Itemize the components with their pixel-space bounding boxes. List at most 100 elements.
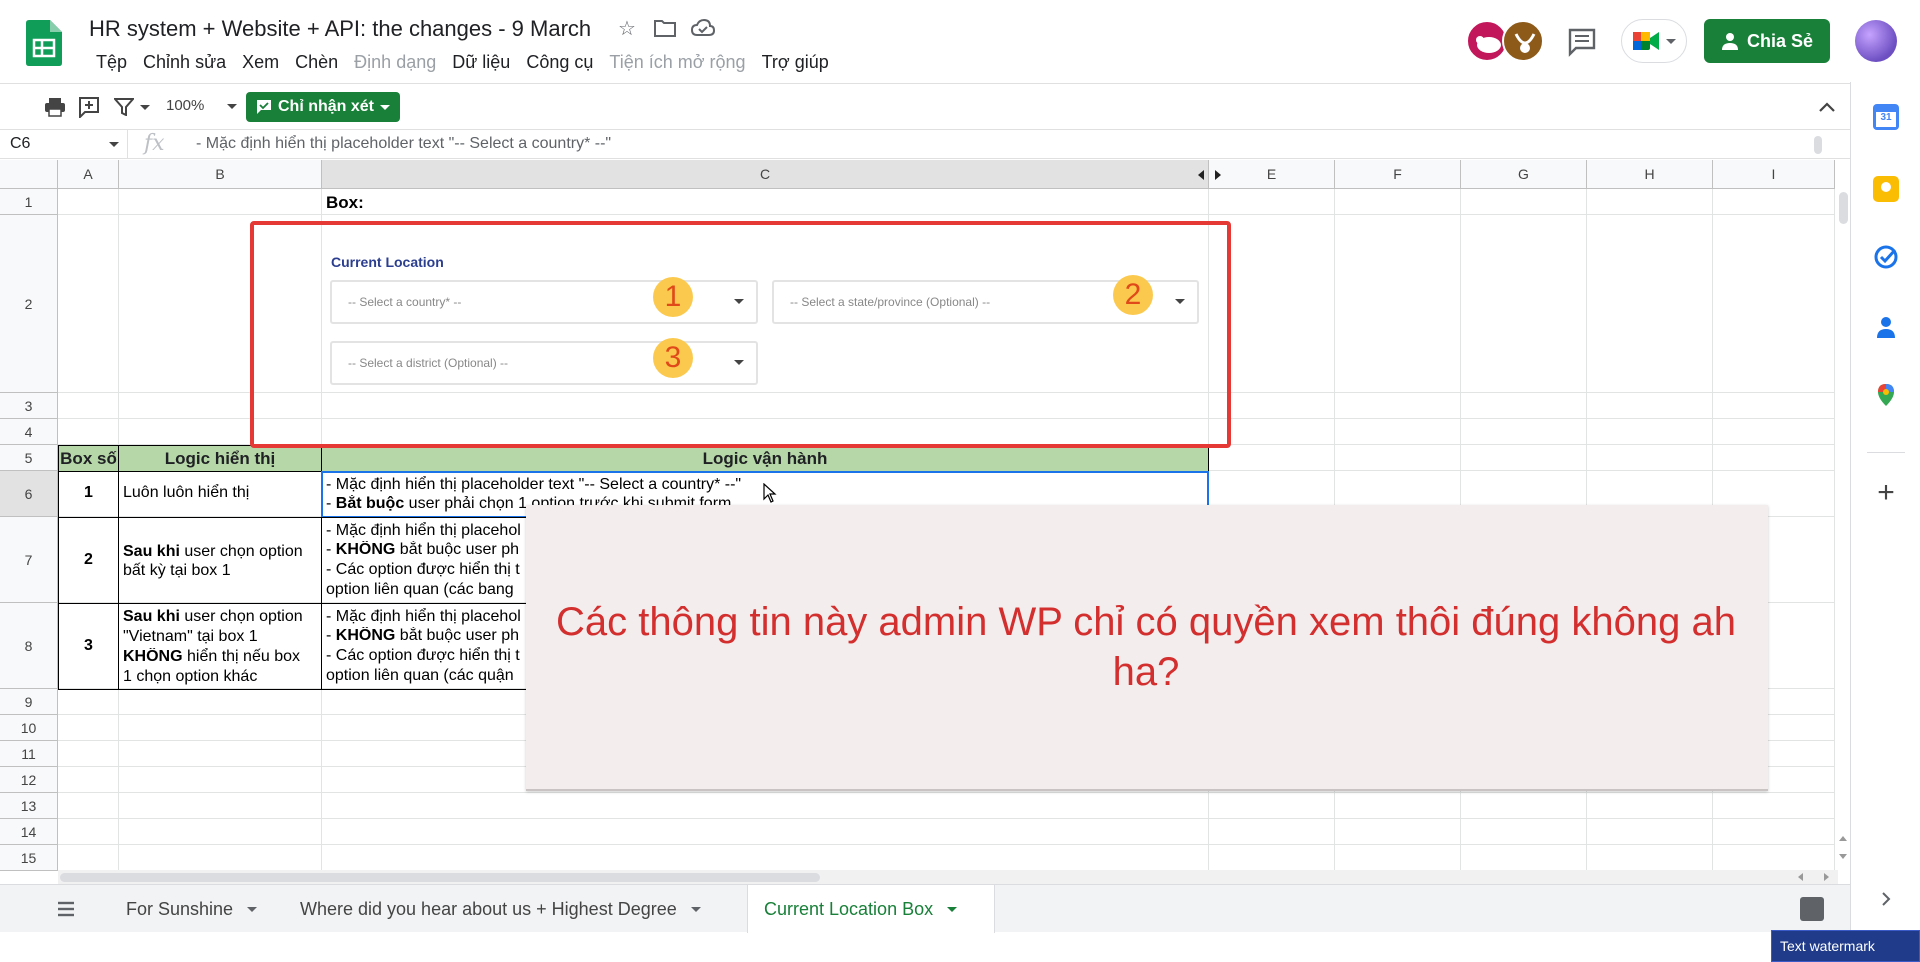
cell-c7-line2: - KHÔNG bắt buộc user ph bbox=[326, 541, 519, 559]
menu-tools[interactable]: Công cụ bbox=[518, 50, 601, 75]
row-header-4[interactable]: 4 bbox=[0, 419, 58, 445]
scroll-right-arrow-icon[interactable] bbox=[1824, 873, 1829, 881]
hidden-column-arrow-left-icon[interactable] bbox=[1198, 170, 1204, 180]
expand-panel-icon[interactable] bbox=[1873, 886, 1899, 912]
vertical-scrollbar[interactable] bbox=[1836, 190, 1850, 870]
text-fragment: bắt buộc user ph bbox=[395, 541, 519, 558]
collaborator-avatar[interactable] bbox=[1502, 20, 1544, 62]
row-header-15[interactable]: 15 bbox=[0, 845, 58, 871]
scroll-left-arrow-icon[interactable] bbox=[1798, 873, 1803, 881]
table-header-display-logic[interactable]: Logic hiển thị bbox=[118, 445, 322, 472]
column-header-b[interactable]: B bbox=[119, 160, 322, 189]
row-header-12[interactable]: 12 bbox=[0, 767, 58, 793]
keep-icon[interactable] bbox=[1873, 176, 1899, 202]
row-header-8[interactable]: 8 bbox=[0, 603, 58, 689]
horizontal-scrollbar[interactable] bbox=[58, 870, 1838, 884]
table-header-operation-logic[interactable]: Logic vận hành bbox=[321, 445, 1209, 472]
menu-extensions[interactable]: Tiện ích mở rộng bbox=[601, 50, 753, 75]
select-all-corner[interactable] bbox=[0, 160, 58, 189]
cell-b8-line1[interactable]: Sau khi user chọn option bbox=[123, 608, 303, 626]
row-header-14[interactable]: 14 bbox=[0, 819, 58, 845]
star-icon[interactable]: ☆ bbox=[614, 15, 640, 41]
scroll-down-arrow-icon[interactable] bbox=[1839, 854, 1847, 859]
row-header-3[interactable]: 3 bbox=[0, 393, 58, 419]
menu-insert[interactable]: Chèn bbox=[287, 50, 346, 75]
gridline bbox=[58, 844, 1835, 845]
sheets-logo-icon[interactable] bbox=[26, 20, 62, 66]
column-header-a[interactable]: A bbox=[58, 160, 119, 189]
move-folder-icon[interactable] bbox=[652, 15, 678, 41]
zoom-select[interactable]: 100% bbox=[166, 97, 237, 114]
row-header-10[interactable]: 10 bbox=[0, 715, 58, 741]
sheet-tab-for-sunshine[interactable]: For Sunshine bbox=[110, 885, 273, 933]
formula-input[interactable]: - Mặc định hiển thị placeholder text "--… bbox=[196, 135, 611, 153]
all-sheets-menu-icon[interactable] bbox=[55, 898, 77, 920]
menu-help[interactable]: Trợ giúp bbox=[754, 50, 837, 75]
chevron-down-icon bbox=[140, 104, 150, 110]
mode-button[interactable]: Chỉ nhận xét bbox=[246, 92, 401, 122]
comment-overlay: Các thông tin này admin WP chỉ có quyền … bbox=[526, 505, 1768, 791]
row-header-11[interactable]: 11 bbox=[0, 741, 58, 767]
tasks-icon[interactable] bbox=[1873, 244, 1899, 270]
formula-scrollbar[interactable] bbox=[1814, 136, 1822, 154]
row-header-13[interactable]: 13 bbox=[0, 793, 58, 819]
row-header-7[interactable]: 7 bbox=[0, 517, 58, 603]
menu-format[interactable]: Định dạng bbox=[346, 50, 444, 75]
document-title[interactable]: HR system + Website + API: the changes -… bbox=[89, 16, 591, 42]
gridline bbox=[58, 792, 1835, 793]
print-icon[interactable] bbox=[40, 92, 70, 122]
row-header-2[interactable]: 2 bbox=[0, 215, 58, 393]
name-box[interactable]: C6 bbox=[0, 130, 128, 159]
collapse-chevron-icon[interactable] bbox=[1812, 92, 1842, 122]
text-fragment: - bbox=[326, 627, 336, 644]
fx-icon: fx bbox=[144, 131, 165, 156]
cloud-status-icon[interactable] bbox=[690, 15, 716, 41]
contacts-icon[interactable] bbox=[1873, 314, 1899, 340]
filter-icon[interactable] bbox=[110, 92, 154, 122]
meet-button[interactable] bbox=[1621, 19, 1687, 63]
row-header-6[interactable]: 6 bbox=[0, 471, 58, 517]
add-comment-icon[interactable] bbox=[74, 92, 104, 122]
chevron-down-icon bbox=[226, 103, 237, 109]
cell-c1[interactable]: Box: bbox=[326, 193, 364, 213]
column-header-h[interactable]: H bbox=[1587, 160, 1713, 189]
add-addon-icon[interactable]: + bbox=[1873, 478, 1899, 508]
menu-edit[interactable]: Chỉnh sửa bbox=[135, 50, 234, 75]
column-header-i[interactable]: I bbox=[1713, 160, 1835, 189]
cell-b7-line1[interactable]: Sau khi user chọn option bbox=[123, 543, 303, 561]
text-watermark: Text watermark bbox=[1771, 930, 1920, 962]
row-header-5[interactable]: 5 bbox=[0, 445, 58, 471]
calendar-icon[interactable]: 31 bbox=[1873, 104, 1899, 130]
row-header-9[interactable]: 9 bbox=[0, 689, 58, 715]
menu-file[interactable]: Tệp bbox=[88, 50, 135, 75]
explore-icon[interactable] bbox=[1800, 897, 1824, 921]
sheet-tab-current-location-box[interactable]: Current Location Box bbox=[747, 885, 995, 933]
maps-icon[interactable] bbox=[1873, 382, 1899, 408]
cell-a6[interactable]: 1 bbox=[58, 484, 119, 502]
column-header-c[interactable]: C bbox=[322, 160, 1209, 189]
row-header-1[interactable]: 1 bbox=[0, 189, 58, 215]
table-header-box-number[interactable]: Box số bbox=[58, 445, 119, 472]
cell-a8[interactable]: 3 bbox=[58, 637, 119, 655]
share-button[interactable]: Chia Sẻ bbox=[1704, 19, 1830, 63]
district-dropdown[interactable]: -- Select a district (Optional) -- bbox=[330, 341, 758, 385]
comment-history-icon[interactable] bbox=[1567, 27, 1597, 57]
hidden-column-arrow-right-icon[interactable] bbox=[1215, 170, 1221, 180]
cell-b8-line3: KHÔNG hiển thị nếu box bbox=[123, 648, 300, 666]
user-avatar[interactable] bbox=[1855, 20, 1897, 62]
horizontal-scroll-thumb[interactable] bbox=[60, 873, 820, 882]
comment-text: Các thông tin này admin WP chỉ có quyền … bbox=[556, 600, 1736, 694]
vertical-scroll-thumb[interactable] bbox=[1839, 192, 1848, 224]
cell-b6[interactable]: Luôn luôn hiển thị bbox=[123, 484, 249, 502]
sheets-app: HR system + Website + API: the changes -… bbox=[0, 0, 1920, 962]
column-header-e[interactable]: E bbox=[1209, 160, 1335, 189]
scroll-up-arrow-icon[interactable] bbox=[1839, 836, 1847, 841]
menu-data[interactable]: Dữ liệu bbox=[444, 50, 518, 75]
menu-view[interactable]: Xem bbox=[234, 50, 287, 75]
column-header-f[interactable]: F bbox=[1335, 160, 1461, 189]
sheet-tab-where-did-you-hear[interactable]: Where did you hear about us + Highest De… bbox=[284, 885, 717, 933]
column-e-label: E bbox=[1266, 166, 1277, 182]
cell-a7[interactable]: 2 bbox=[58, 551, 119, 569]
country-dropdown[interactable]: -- Select a country* -- bbox=[330, 280, 758, 324]
column-header-g[interactable]: G bbox=[1461, 160, 1587, 189]
